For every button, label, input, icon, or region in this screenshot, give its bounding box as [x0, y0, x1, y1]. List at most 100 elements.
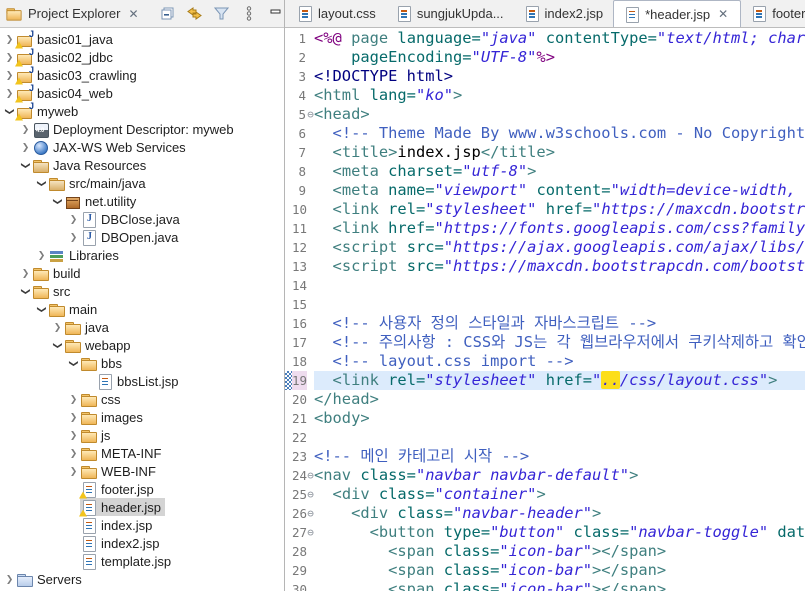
tree-item-target[interactable]: JAX-WS Web Services: [32, 138, 190, 156]
tree-item-target[interactable]: template.jsp: [80, 552, 175, 570]
close-icon[interactable]: ✕: [716, 7, 730, 21]
tree-item-js[interactable]: ❯ js: [0, 426, 284, 444]
code-line-14[interactable]: 14: [285, 276, 805, 295]
code-line-24[interactable]: 24 ⊖ <nav class="navbar navbar-default">: [285, 466, 805, 485]
code-line-11[interactable]: 11 <link href="https://fonts.googleapis.…: [285, 219, 805, 238]
chevron-collapsed-icon[interactable]: ❯: [67, 394, 80, 405]
tree-item-target[interactable]: webapp: [64, 336, 135, 354]
chevron-collapsed-icon[interactable]: ❯: [67, 466, 80, 477]
minimize-button[interactable]: [267, 5, 285, 23]
tree-item-template-jsp[interactable]: template.jsp: [0, 552, 284, 570]
tree-item-index2-jsp[interactable]: index2.jsp: [0, 534, 284, 552]
code-line-12[interactable]: 12 <script src="https://ajax.googleapis.…: [285, 238, 805, 257]
code-line-22[interactable]: 22: [285, 428, 805, 447]
code-line-1[interactable]: 1 <%@ page language="java" contentType="t…: [285, 29, 805, 48]
tree-item-target[interactable]: header.jsp: [79, 498, 165, 517]
tree-item-libraries[interactable]: ❯ Libraries: [0, 246, 284, 264]
tree-item-target[interactable]: footer.jsp: [79, 480, 158, 499]
code-line-26[interactable]: 26 ⊖ <div class="navbar-header">: [285, 504, 805, 523]
line-number[interactable]: 19: [292, 371, 307, 390]
tree-item-basic03-crawling[interactable]: ❯ basic03_crawling: [0, 65, 284, 85]
line-number[interactable]: 2: [292, 48, 307, 67]
tree-item-target[interactable]: Servers: [16, 570, 86, 588]
tree-item-target[interactable]: basic02_jdbc: [15, 47, 117, 67]
line-number[interactable]: 30: [292, 580, 307, 591]
chevron-expanded-icon[interactable]: ❯: [36, 177, 47, 190]
tree-item-css[interactable]: ❯ css: [0, 390, 284, 408]
tree-item-target[interactable]: index2.jsp: [80, 534, 164, 552]
line-number[interactable]: 5: [292, 105, 307, 124]
chevron-collapsed-icon[interactable]: ❯: [3, 88, 16, 99]
code-line-19[interactable]: 19 <link rel="stylesheet" href="../css/l…: [285, 371, 805, 390]
code-line-29[interactable]: 29 <span class="icon-bar"></span>: [285, 561, 805, 580]
tree-item-basic02-jdbc[interactable]: ❯ basic02_jdbc: [0, 47, 284, 67]
code-line-6[interactable]: 6 <!-- Theme Made By www.w3schools.com -…: [285, 124, 805, 143]
code-line-27[interactable]: 27 ⊖ <button type="button" class="navbar-…: [285, 523, 805, 542]
tree-item-target[interactable]: index.jsp: [80, 516, 156, 534]
line-number[interactable]: 28: [292, 542, 307, 561]
tree-item-target[interactable]: main: [48, 300, 101, 318]
tree-item-header-jsp[interactable]: header.jsp: [0, 498, 284, 517]
code-line-20[interactable]: 20 </head>: [285, 390, 805, 409]
code-line-10[interactable]: 10 <link rel="stylesheet" href="https://…: [285, 200, 805, 219]
tree-item-images[interactable]: ❯ images: [0, 408, 284, 426]
project-tree[interactable]: ❯ basic01_java ❯ basic02_jdbc ❯ basic03_crawl…: [0, 28, 284, 591]
editor-tab-sungjukupda[interactable]: sungjukUpda...: [386, 0, 514, 27]
fold-collapse-icon[interactable]: ⊖: [307, 485, 314, 504]
chevron-collapsed-icon[interactable]: ❯: [19, 268, 32, 279]
tree-item-target[interactable]: DBClose.java: [80, 210, 184, 228]
chevron-collapsed-icon[interactable]: ❯: [67, 412, 80, 423]
tab-project-explorer[interactable]: Project Explorer ✕: [0, 0, 149, 27]
close-icon[interactable]: ✕: [126, 7, 140, 21]
code-line-23[interactable]: 23 <!-- 메인 카테고리 시작 -->: [285, 447, 805, 466]
tree-item-target[interactable]: myweb: [15, 101, 82, 121]
line-number[interactable]: 8: [292, 162, 307, 181]
tree-item-servers[interactable]: ❯ Servers: [0, 570, 284, 588]
chevron-collapsed-icon[interactable]: ❯: [3, 574, 16, 585]
chevron-expanded-icon[interactable]: ❯: [36, 303, 47, 316]
line-number[interactable]: 1: [292, 29, 307, 48]
tree-item-src-main-java[interactable]: ❯ src/main/java: [0, 174, 284, 192]
tree-item-web-inf[interactable]: ❯ WEB-INF: [0, 462, 284, 480]
line-number[interactable]: 18: [292, 352, 307, 371]
chevron-collapsed-icon[interactable]: ❯: [3, 70, 16, 81]
tree-item-dbclose-java[interactable]: ❯ DBClose.java: [0, 210, 284, 228]
line-number[interactable]: 13: [292, 257, 307, 276]
view-menu-icon[interactable]: [240, 5, 258, 23]
fold-collapse-icon[interactable]: ⊖: [307, 105, 314, 124]
tree-item-java-resources[interactable]: ❯ Java Resources: [0, 156, 284, 174]
tree-item-target[interactable]: src/main/java: [48, 174, 150, 192]
line-number[interactable]: 24: [292, 466, 307, 485]
tree-item-src[interactable]: ❯ src: [0, 282, 284, 300]
editor-tab-layout-css[interactable]: layout.css: [287, 0, 386, 27]
chevron-collapsed-icon[interactable]: ❯: [3, 52, 16, 63]
line-number[interactable]: 23: [292, 447, 307, 466]
tree-item-bbslist-jsp[interactable]: bbsList.jsp: [0, 372, 284, 390]
code-line-17[interactable]: 17 <!-- 주의사항 : CSS와 JS는 각 웹브라우저에서 쿠키삭제하고…: [285, 333, 805, 352]
editor-tab-index2-jsp[interactable]: index2.jsp: [514, 0, 614, 27]
chevron-collapsed-icon[interactable]: ❯: [67, 448, 80, 459]
chevron-collapsed-icon[interactable]: ❯: [19, 142, 32, 153]
line-number[interactable]: 3: [292, 67, 307, 86]
line-number[interactable]: 10: [292, 200, 307, 219]
tree-item-target[interactable]: META-INF: [80, 444, 165, 462]
collapse-all-button[interactable]: [159, 5, 177, 23]
code-line-18[interactable]: 18 <!-- layout.css import -->: [285, 352, 805, 371]
line-number[interactable]: 22: [292, 428, 307, 447]
tree-item-target[interactable]: images: [80, 408, 147, 426]
tree-item-target[interactable]: Libraries: [48, 246, 123, 264]
tree-item-webapp[interactable]: ❯ webapp: [0, 336, 284, 354]
tree-item-footer-jsp[interactable]: footer.jsp: [0, 480, 284, 499]
code-line-2[interactable]: 2 pageEncoding="UTF-8"%>: [285, 48, 805, 67]
chevron-expanded-icon[interactable]: ❯: [4, 105, 15, 118]
tree-item-bbs[interactable]: ❯ bbs: [0, 354, 284, 372]
line-number[interactable]: 9: [292, 181, 307, 200]
filter-button[interactable]: [213, 5, 231, 23]
tree-item-target[interactable]: java: [64, 318, 113, 336]
chevron-expanded-icon[interactable]: ❯: [52, 339, 63, 352]
line-number[interactable]: 25: [292, 485, 307, 504]
code-line-3[interactable]: 3 <!DOCTYPE html>: [285, 67, 805, 86]
chevron-collapsed-icon[interactable]: ❯: [35, 250, 48, 261]
chevron-collapsed-icon[interactable]: ❯: [67, 214, 80, 225]
chevron-expanded-icon[interactable]: ❯: [20, 285, 31, 298]
